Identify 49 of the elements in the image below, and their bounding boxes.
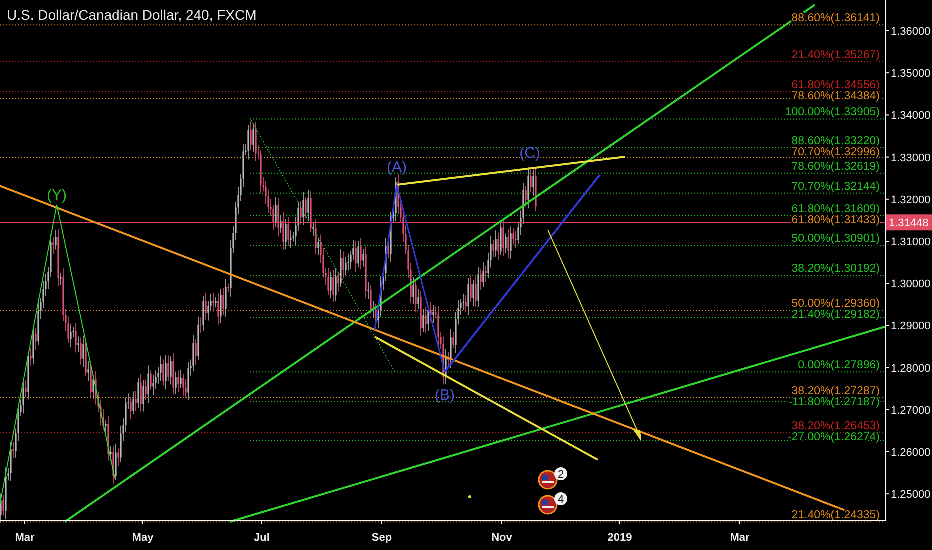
fib-level-label: 61.80%(1.31609) (792, 203, 880, 216)
time-axis-label: Jul (254, 532, 270, 544)
fib-level-label: 78.60%(1.32619) (792, 160, 880, 173)
fib-level-label: 38.20%(1.27287) (792, 385, 880, 398)
fib-level-label: -11.80%(1.27187) (788, 396, 880, 408)
fib-level-label: 21.40%(1.29182) (792, 309, 880, 322)
fib-level-label: 38.20%(1.26453) (792, 420, 880, 432)
chart-title: U.S. Dollar/Canadian Dollar, 240, FXCM (7, 7, 257, 23)
fib-level-label: 50.00%(1.30901) (792, 233, 880, 246)
fib-level-label: 50.00%(1.29360) (792, 298, 880, 310)
fib-level-label: 21.40%(1.35267) (792, 49, 880, 62)
flag-icon[interactable] (538, 470, 558, 490)
event-count-badge: 4 (554, 492, 568, 506)
fib-level-label: 88.60%(1.33220) (792, 136, 880, 148)
event-count-badge: 2 (554, 468, 568, 481)
price-axis-label: 1.26000 (891, 447, 931, 459)
fib-level-label: 0.00%(1.27896) (798, 360, 880, 372)
wave-label: (Y) (47, 187, 67, 204)
price-axis-label: 1.33000 (891, 152, 931, 164)
wave-label: (A) (387, 159, 407, 176)
fib-level-label: 21.40%(1.24335) (792, 510, 880, 522)
time-axis-label: 2019 (608, 532, 632, 544)
time-axis-label: Nov (492, 532, 512, 544)
fib-level-label: 61.80%(1.34556) (792, 79, 880, 92)
time-axis-label: Mar (730, 532, 750, 544)
fib-level-label: 38.20%(1.30192) (792, 263, 880, 276)
time-axis-label: Mar (15, 532, 35, 544)
price-axis-label: 1.34000 (891, 110, 931, 122)
price-axis-label: 1.27000 (891, 404, 931, 417)
flag-icon[interactable] (538, 495, 558, 515)
price-axis-label: 1.29000 (891, 320, 931, 333)
wave-label: (B) (435, 387, 455, 404)
price-axis-label: 1.30000 (891, 278, 931, 291)
price-axis-label: 1.36000 (891, 26, 931, 38)
fib-level-label: 100.00%(1.33905) (785, 106, 880, 119)
price-axis-label: 1.32000 (891, 194, 931, 206)
price-axis-label: 1.31000 (891, 236, 931, 248)
current-price-label: 1.31448 (886, 214, 932, 231)
fib-level-label: 70.70%(1.32144) (792, 180, 880, 193)
price-axis-label: 1.35000 (891, 68, 931, 80)
price-axis-label: 1.25000 (891, 489, 931, 502)
time-axis-label: Sep (372, 532, 392, 544)
fib-level-label: 78.60%(1.34384) (792, 90, 880, 102)
time-axis-label: May (132, 532, 154, 544)
price-axis-label: 1.28000 (891, 362, 931, 375)
wave-label: (C) (520, 145, 540, 162)
fib-level-label: 70.70%(1.32996) (792, 146, 880, 159)
dot-icon (468, 496, 472, 498)
fib-level-label: -27.00%(1.26274) (788, 431, 880, 444)
